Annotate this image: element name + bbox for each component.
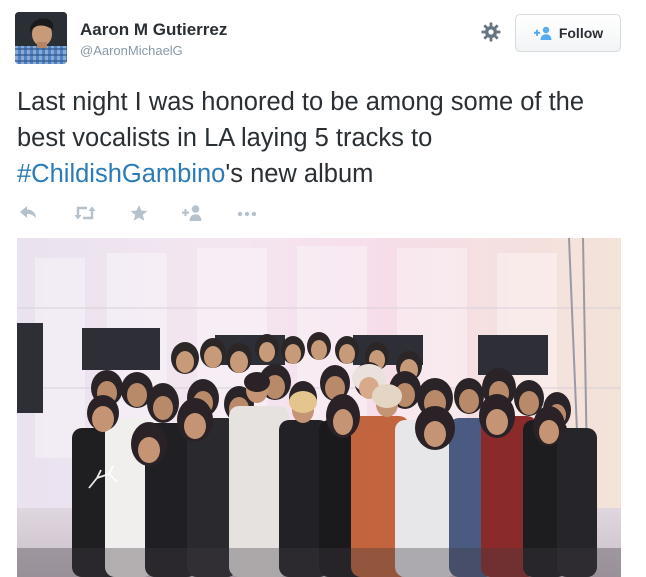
tweet-card: Aaron M Gutierrez @AaronMichaelG Follow … [0, 0, 646, 577]
tweet-text: Last night I was honored to be among som… [17, 84, 627, 192]
star-icon[interactable] [126, 204, 152, 222]
user-avatar[interactable] [15, 12, 67, 64]
tweet-text-part2: 's new album [225, 160, 374, 188]
user-display-name[interactable]: Aaron M Gutierrez [80, 20, 227, 40]
hashtag-link[interactable]: #ChildishGambino [17, 160, 225, 188]
follow-button[interactable]: Follow [515, 14, 621, 52]
more-icon[interactable] [234, 204, 260, 222]
tweet-actions [18, 202, 288, 224]
tweet-photo[interactable] [17, 238, 621, 577]
tweet-text-part1: Last night I was honored to be among som… [17, 88, 585, 152]
add-user-icon[interactable] [180, 204, 206, 222]
gear-icon[interactable] [481, 22, 501, 42]
add-user-icon [533, 26, 553, 40]
follow-button-label: Follow [558, 25, 604, 41]
reply-icon[interactable] [18, 204, 44, 222]
retweet-icon[interactable] [72, 204, 98, 222]
user-handle[interactable]: @AaronMichaelG [80, 43, 183, 58]
